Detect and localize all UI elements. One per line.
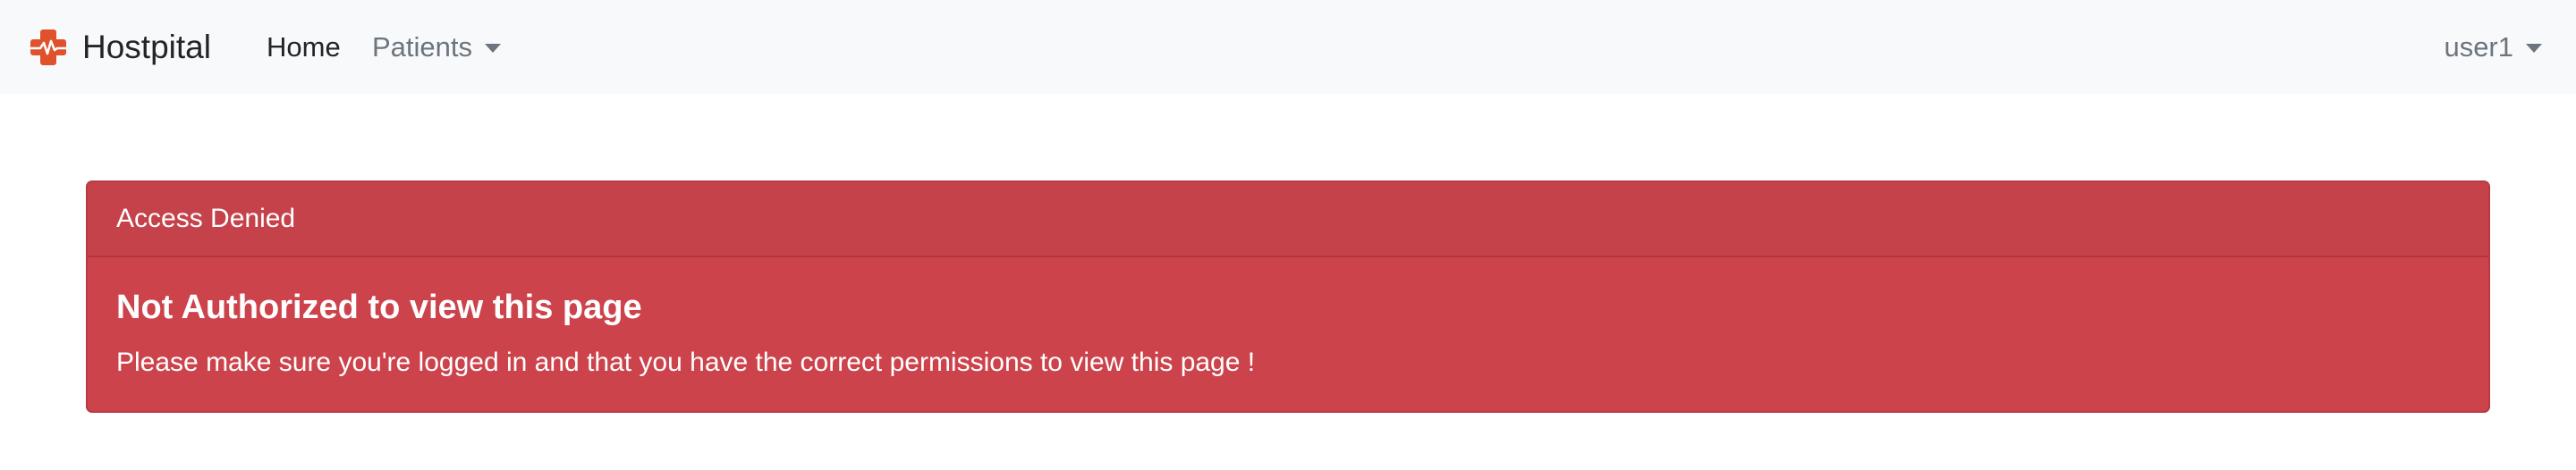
- chevron-down-icon: [2526, 43, 2542, 53]
- alert-card-message: Please make sure you're logged in and th…: [116, 347, 1256, 377]
- alert-card-title: Not Authorized to view this page: [116, 289, 642, 326]
- alert-card-header: Access Denied: [88, 182, 2488, 257]
- nav-home-link[interactable]: Home: [267, 0, 341, 94]
- user-menu-label: user1: [2444, 30, 2513, 63]
- access-denied-alert-card: Access Denied Not Authorized to view thi…: [86, 180, 2490, 413]
- top-navbar: Hostpital Home Patients user1: [0, 0, 2576, 94]
- alert-card-body: Not Authorized to view this page Please …: [88, 257, 2488, 380]
- user-menu-dropdown[interactable]: user1: [2444, 0, 2542, 94]
- medical-cross-heartbeat-icon: [29, 29, 68, 65]
- nav-patients-dropdown[interactable]: Patients: [372, 0, 502, 94]
- nav-patients-label: Patients: [372, 30, 473, 63]
- chevron-down-icon: [485, 43, 502, 53]
- brand-name: Hostpital: [82, 28, 211, 65]
- brand-link[interactable]: Hostpital: [27, 0, 211, 94]
